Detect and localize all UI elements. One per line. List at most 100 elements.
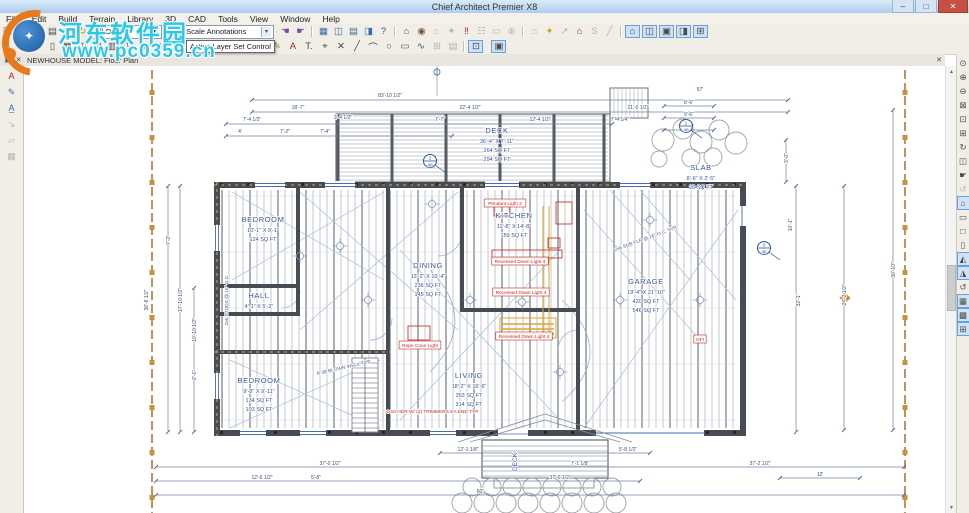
cabinet-icon[interactable]: ▤ xyxy=(90,40,105,53)
room-label[interactable]: DECK xyxy=(485,125,509,135)
light-fixture-icon[interactable]: ✳ xyxy=(30,40,45,53)
rich-text-icon[interactable]: T. xyxy=(301,40,316,53)
room-label[interactable]: HALL xyxy=(248,290,270,300)
undo-zoom-icon[interactable]: ⊠ xyxy=(957,98,969,112)
undo-icon[interactable]: ↺ xyxy=(60,25,75,38)
text-box-icon[interactable]: ✎ xyxy=(3,84,21,100)
layer-display-options-icon[interactable]: ▦ xyxy=(316,25,331,38)
tab-close-icon[interactable]: ✕ xyxy=(936,56,942,64)
dock-view-icon[interactable]: ▣ xyxy=(2,54,13,67)
maximize-button[interactable]: □ xyxy=(915,0,937,13)
room-label[interactable]: SLAB xyxy=(690,162,712,172)
redo-icon[interactable]: ↻ xyxy=(75,25,90,38)
light-symbol[interactable] xyxy=(466,296,474,304)
arc-tool-icon[interactable]: ⌒ xyxy=(365,40,380,54)
menu-item-3d[interactable]: 3D xyxy=(159,13,182,24)
annotation-label[interactable]: 4x10 HDR W/ (2) TRIMMERS EA END TYP xyxy=(385,408,479,415)
minimize-button[interactable]: – xyxy=(892,0,914,13)
box-select-icon[interactable]: □ xyxy=(957,224,969,238)
object-snap-icon[interactable]: ◮ xyxy=(956,266,969,280)
text-line-icon[interactable]: A̲ xyxy=(3,100,21,116)
annotation-label[interactable]: Recessed Down Light 4 xyxy=(495,289,547,296)
close-button[interactable]: ✕ xyxy=(938,0,968,13)
line-tool-icon[interactable]: ╱ xyxy=(349,40,364,53)
annotation-label[interactable]: Rope Cove Light xyxy=(401,342,439,349)
display-toggle-icon[interactable]: ◨ xyxy=(361,25,376,38)
room-label[interactable]: KITCHEN xyxy=(495,210,533,220)
grid-snap-icon[interactable]: ▦ xyxy=(956,294,969,308)
reference-grid-icon[interactable]: ⊞ xyxy=(956,322,969,336)
annotation-label[interactable]: Pendant Light 2 xyxy=(487,200,522,207)
plan-window-icon[interactable]: ⌂ xyxy=(625,25,640,38)
polyline-tool-icon[interactable]: ∿ xyxy=(413,40,428,53)
circle-tool-icon[interactable]: ○ xyxy=(381,40,396,53)
light-symbol[interactable] xyxy=(616,296,624,304)
elevation-window-icon[interactable]: ◫ xyxy=(642,25,657,38)
floor-plan-drawing[interactable]: DECK 36'-4" X 7'-11" 264 SQ FT 294 SQ FT KIT… xyxy=(24,66,945,513)
annotation-label[interactable]: Recessed Down Light 4 xyxy=(498,333,550,340)
ruler-icon[interactable]: ▭ xyxy=(957,210,969,224)
menu-item-edit[interactable]: Edit xyxy=(26,13,53,24)
refresh-display-icon[interactable]: ↻ xyxy=(957,140,969,154)
angle-snap-icon[interactable]: ◭ xyxy=(956,252,969,266)
menu-item-help[interactable]: Help xyxy=(316,13,345,24)
room-label[interactable]: BEDROOM xyxy=(237,375,281,385)
default-set-icon[interactable]: ▣ xyxy=(491,40,507,53)
room-label[interactable]: LIVING xyxy=(454,370,483,380)
edit-area-icon[interactable]: ⊡ xyxy=(468,40,484,53)
tile-windows-icon[interactable]: ▣ xyxy=(659,25,674,38)
room-label[interactable]: DINING xyxy=(412,260,443,270)
dropdown-arrow-icon[interactable]: ▾ xyxy=(149,26,159,37)
help-icon[interactable]: ? xyxy=(376,25,391,38)
wall[interactable] xyxy=(386,182,390,436)
spiral-icon[interactable]: ↺ xyxy=(957,280,969,294)
annotation-label[interactable]: Recessed Down Light 4 xyxy=(494,258,546,265)
3d-view-icon[interactable]: ◫ xyxy=(957,154,969,168)
light-symbol[interactable] xyxy=(364,296,372,304)
annotation-label[interactable]: GFI xyxy=(695,336,704,343)
active-view-tab[interactable]: NEWHOUSE MODEL: Floor Plan xyxy=(27,56,138,65)
point-marker-icon[interactable]: ⌖ xyxy=(317,40,332,53)
zoom-region-icon[interactable]: ⊙ xyxy=(957,56,969,70)
object-display-icon[interactable]: ◫ xyxy=(331,25,346,38)
menu-item-terrain[interactable]: Terrain xyxy=(83,13,121,24)
text-tool-icon[interactable]: A xyxy=(3,68,21,84)
save-icon[interactable]: ◫ xyxy=(30,25,45,38)
drawing-canvas[interactable]: DECK 36'-4" X 7'-11" 264 SQ FT 294 SQ FT KIT… xyxy=(24,66,945,513)
light-symbol[interactable] xyxy=(518,298,526,306)
menu-item-tools[interactable]: Tools xyxy=(212,13,244,24)
fill-window-icon[interactable]: ⊡ xyxy=(957,112,969,126)
layer-sets-icon[interactable]: ▤ xyxy=(346,25,361,38)
shelf-icon[interactable]: ▥ xyxy=(105,40,120,53)
menu-item-window[interactable]: Window xyxy=(274,13,316,24)
render-view-icon[interactable]: ⌂ xyxy=(956,196,969,210)
fireplace-icon[interactable]: ⌂ xyxy=(135,40,150,53)
wall[interactable] xyxy=(296,182,300,316)
room-label[interactable]: GARAGE xyxy=(627,276,664,286)
cross-box-icon[interactable]: ✕ xyxy=(333,40,348,53)
new-file-icon[interactable]: ❏ xyxy=(0,25,15,38)
fill-building-icon[interactable]: ⊞ xyxy=(957,126,969,140)
roof-tool-icon[interactable]: ◳ xyxy=(120,40,135,53)
hand-pan-icon[interactable]: ☛ xyxy=(957,168,969,182)
fixture-icon[interactable]: ▢ xyxy=(150,40,165,53)
double-door-icon[interactable]: ◫ xyxy=(75,40,90,53)
door-tool-icon[interactable]: ▯ xyxy=(45,40,60,53)
camera-icon[interactable]: ◉ xyxy=(414,25,429,38)
wall[interactable] xyxy=(460,182,464,312)
menu-item-library[interactable]: Library xyxy=(121,13,159,24)
walkthrough-icon[interactable]: ‼ xyxy=(459,25,474,38)
scrollbar-thumb[interactable] xyxy=(947,265,956,311)
zoom-out-icon[interactable]: ⊖ xyxy=(957,84,969,98)
open-file-icon[interactable]: ❐ xyxy=(15,25,30,38)
title-bar[interactable]: Chief Architect Premier X8 – □ ✕ xyxy=(0,0,969,14)
dropdown-arrow-icon[interactable]: ▾ xyxy=(261,26,271,37)
swap-views-icon[interactable]: ⊞ xyxy=(693,25,708,38)
close-view-icon[interactable]: ✕ xyxy=(13,54,24,67)
room-label[interactable]: BEDROOM xyxy=(241,214,285,224)
pan-hand2-icon[interactable]: ☛ xyxy=(293,25,308,38)
menu-item-file[interactable]: File xyxy=(0,13,26,24)
floor-plan-icon[interactable]: ⌂ xyxy=(399,25,414,38)
page-setup-icon[interactable]: ▯ xyxy=(957,238,969,252)
print-icon[interactable]: ▤ xyxy=(45,25,60,38)
